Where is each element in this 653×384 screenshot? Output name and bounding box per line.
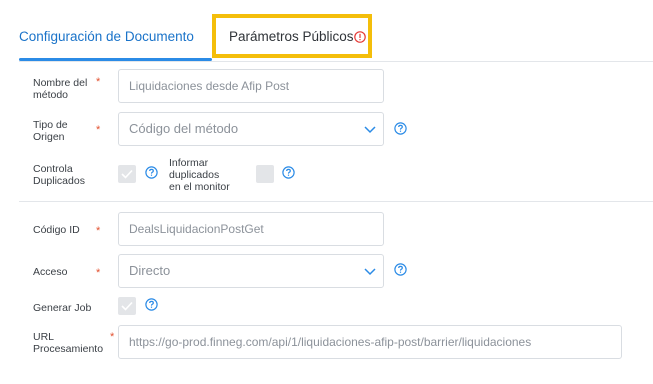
informar-duplicados-label-line1: Informar: [169, 157, 209, 169]
tipo-origen-label-line2: Origen: [33, 131, 65, 143]
required-marker: *: [110, 331, 115, 343]
informar-duplicados-label-line2: duplicados: [169, 169, 220, 181]
url-procesamiento-input[interactable]: https://go-prod.finneg.com/api/1/liquida…: [118, 325, 622, 359]
generar-job-label: Generar Job: [33, 302, 92, 314]
chevron-down-icon: [364, 268, 376, 276]
codigo-id-input[interactable]: DealsLiquidacionPostGet: [118, 212, 384, 246]
controla-duplicados-label-line1: Controla: [33, 163, 73, 175]
checkmark-icon: [121, 301, 133, 311]
exclamation-circle-icon: [354, 31, 366, 43]
generar-job-checkbox[interactable]: [118, 297, 136, 315]
nombre-metodo-input[interactable]: Liquidaciones desde Afip Post: [118, 69, 384, 103]
required-marker: *: [96, 267, 101, 279]
tab-bar: Configuración de Documento Parámetros Pú…: [0, 0, 653, 62]
acceso-label: Acceso: [33, 266, 68, 278]
nombre-metodo-label-line1: Nombre del: [33, 77, 88, 89]
controla-duplicados-checkbox[interactable]: [118, 165, 136, 183]
informar-duplicados-checkbox[interactable]: [256, 165, 274, 183]
tipo-origen-label: Tipo de Origen: [33, 119, 68, 143]
question-circle-icon[interactable]: [145, 166, 158, 179]
url-procesamiento-label: URL Procesamiento: [33, 331, 103, 355]
required-marker: *: [96, 124, 101, 136]
tab-configuracion-label: Configuración de Documento: [19, 29, 194, 44]
tipo-origen-select[interactable]: Código del método: [118, 112, 384, 146]
required-marker: *: [96, 76, 101, 88]
question-circle-icon[interactable]: [282, 166, 295, 179]
nombre-metodo-label-line2: método: [33, 89, 69, 101]
tab-parametros-label: Parámetros Públicos: [229, 29, 354, 44]
chevron-down-icon: [364, 126, 376, 134]
tipo-origen-label-line1: Tipo de: [33, 119, 68, 131]
question-circle-icon[interactable]: [394, 263, 407, 276]
question-circle-icon[interactable]: [394, 122, 407, 135]
acceso-select[interactable]: Directo: [118, 254, 384, 288]
controla-duplicados-label-line2: Duplicados: [33, 175, 85, 187]
checkmark-icon: [121, 169, 133, 179]
tab-divider: [19, 61, 653, 62]
codigo-id-label: Código ID: [33, 224, 80, 236]
nombre-metodo-label: Nombre del método: [33, 77, 87, 101]
url-procesamiento-label-line2: Procesamiento: [33, 343, 104, 355]
required-marker: *: [96, 225, 101, 237]
tab-configuracion-documento[interactable]: Configuración de Documento: [19, 22, 209, 62]
url-procesamiento-label-line1: URL: [33, 331, 55, 343]
question-circle-icon[interactable]: [145, 298, 158, 311]
informar-duplicados-label: Informar duplicados en el monitor: [169, 157, 230, 193]
informar-duplicados-label-line3: en el monitor: [169, 181, 230, 193]
acceso-value: Directo: [129, 263, 171, 278]
controla-duplicados-label: Controla Duplicados: [33, 163, 85, 187]
section-divider: [19, 201, 653, 202]
tipo-origen-value: Código del método: [129, 121, 239, 136]
